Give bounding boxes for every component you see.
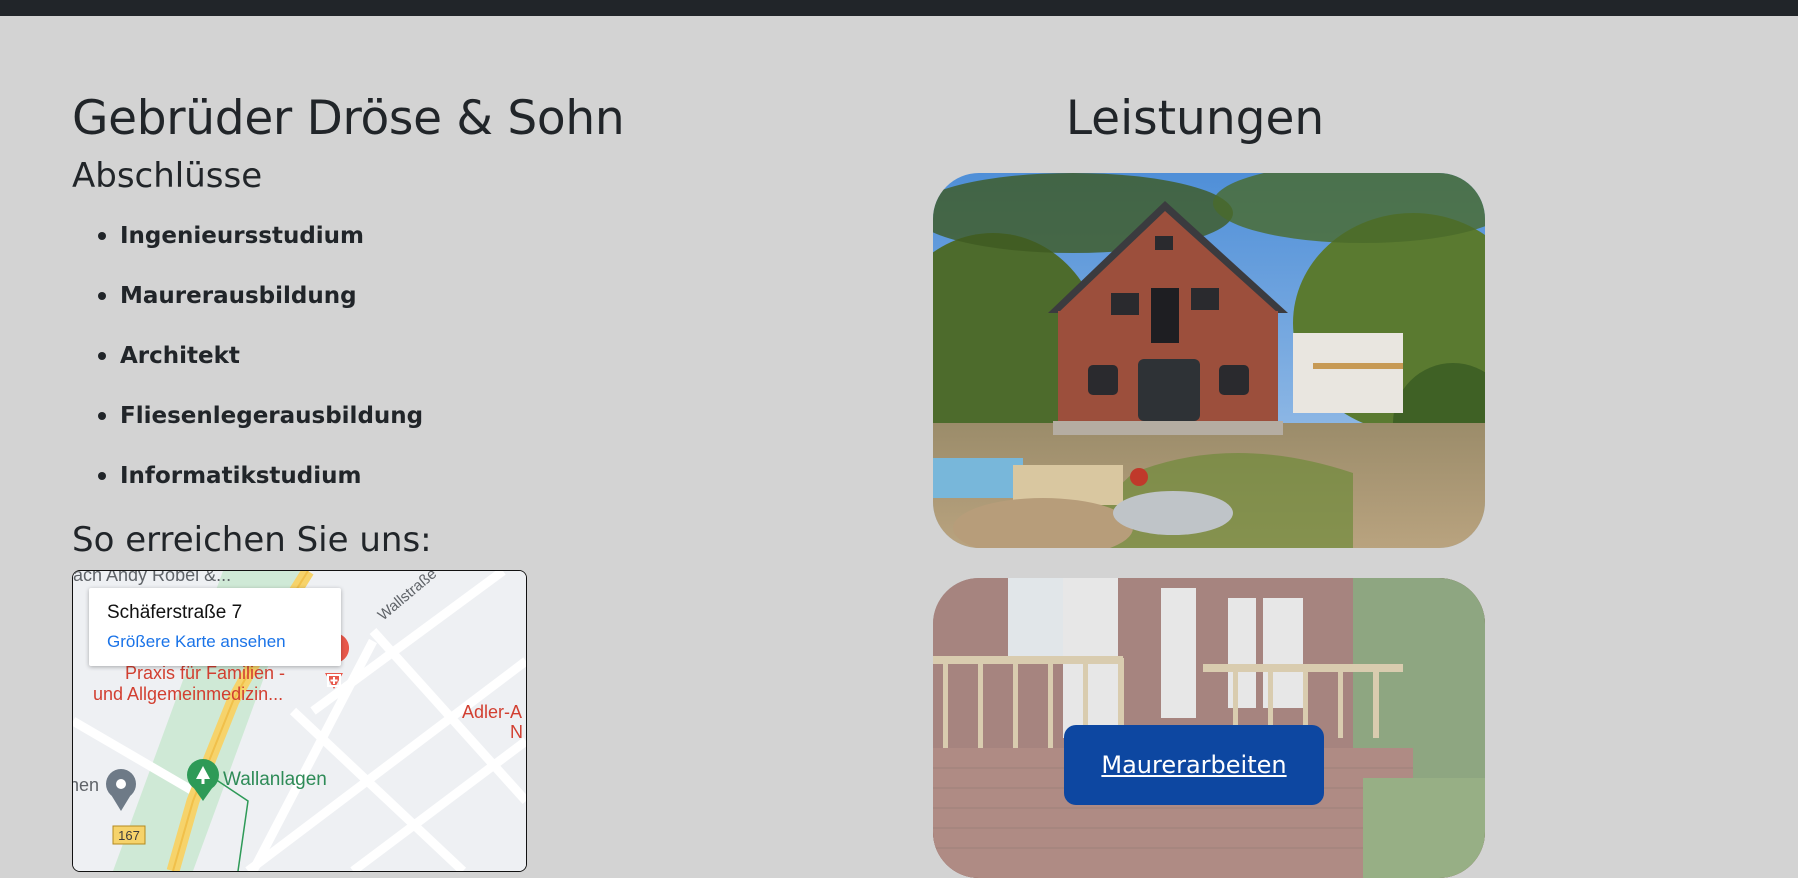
list-item: Fliesenlegerausbildung <box>98 386 832 446</box>
top-navbar <box>0 0 1798 16</box>
map-address: Schäferstraße 7 <box>107 602 243 623</box>
service-card-maurerarbeiten[interactable]: Maurerarbeiten <box>933 578 1485 878</box>
route-shield-icon: 167 <box>112 825 146 845</box>
map-label-praxis-2: und Allgemeinmedizin... <box>93 684 283 704</box>
route-number: 167 <box>118 828 140 843</box>
map-label-praxis-1: Praxis für Familien - <box>125 663 285 683</box>
list-item: Informatikstudium <box>98 446 832 506</box>
list-item: Maurerausbildung <box>98 266 832 326</box>
list-item: Ingenieursstudium <box>98 206 832 266</box>
map-label-left: hen <box>73 775 99 795</box>
service-image-house <box>933 173 1485 548</box>
map-label-poi: ach Andy Röbel &... <box>73 571 231 585</box>
map-label-adler-2: N <box>510 722 523 742</box>
embedded-map[interactable]: ach Andy Röbel &... Wallstraße Praxis fü… <box>72 570 527 872</box>
degrees-list: Ingenieursstudium Maurerausbildung Archi… <box>72 206 832 506</box>
services-heading: Leistungen <box>1065 91 1325 146</box>
house-photo <box>933 173 1485 548</box>
list-item: Architekt <box>98 326 832 386</box>
company-info: Gebrüder Dröse & Sohn Abschlüsse Ingenie… <box>72 84 832 560</box>
larger-map-link[interactable]: Größere Karte ansehen <box>107 632 286 652</box>
reach-heading: So erreichen Sie uns: <box>72 520 432 560</box>
degrees-heading: Abschlüsse <box>72 156 263 196</box>
map-label-adler: Adler-A <box>462 702 522 722</box>
map-label-park: Wallanlagen <box>223 769 327 790</box>
company-name: Gebrüder Dröse & Sohn <box>72 91 625 146</box>
map-info-card: Schäferstraße 7 Größere Karte ansehen <box>89 588 341 666</box>
maurerarbeiten-button[interactable]: Maurerarbeiten <box>1064 725 1324 805</box>
